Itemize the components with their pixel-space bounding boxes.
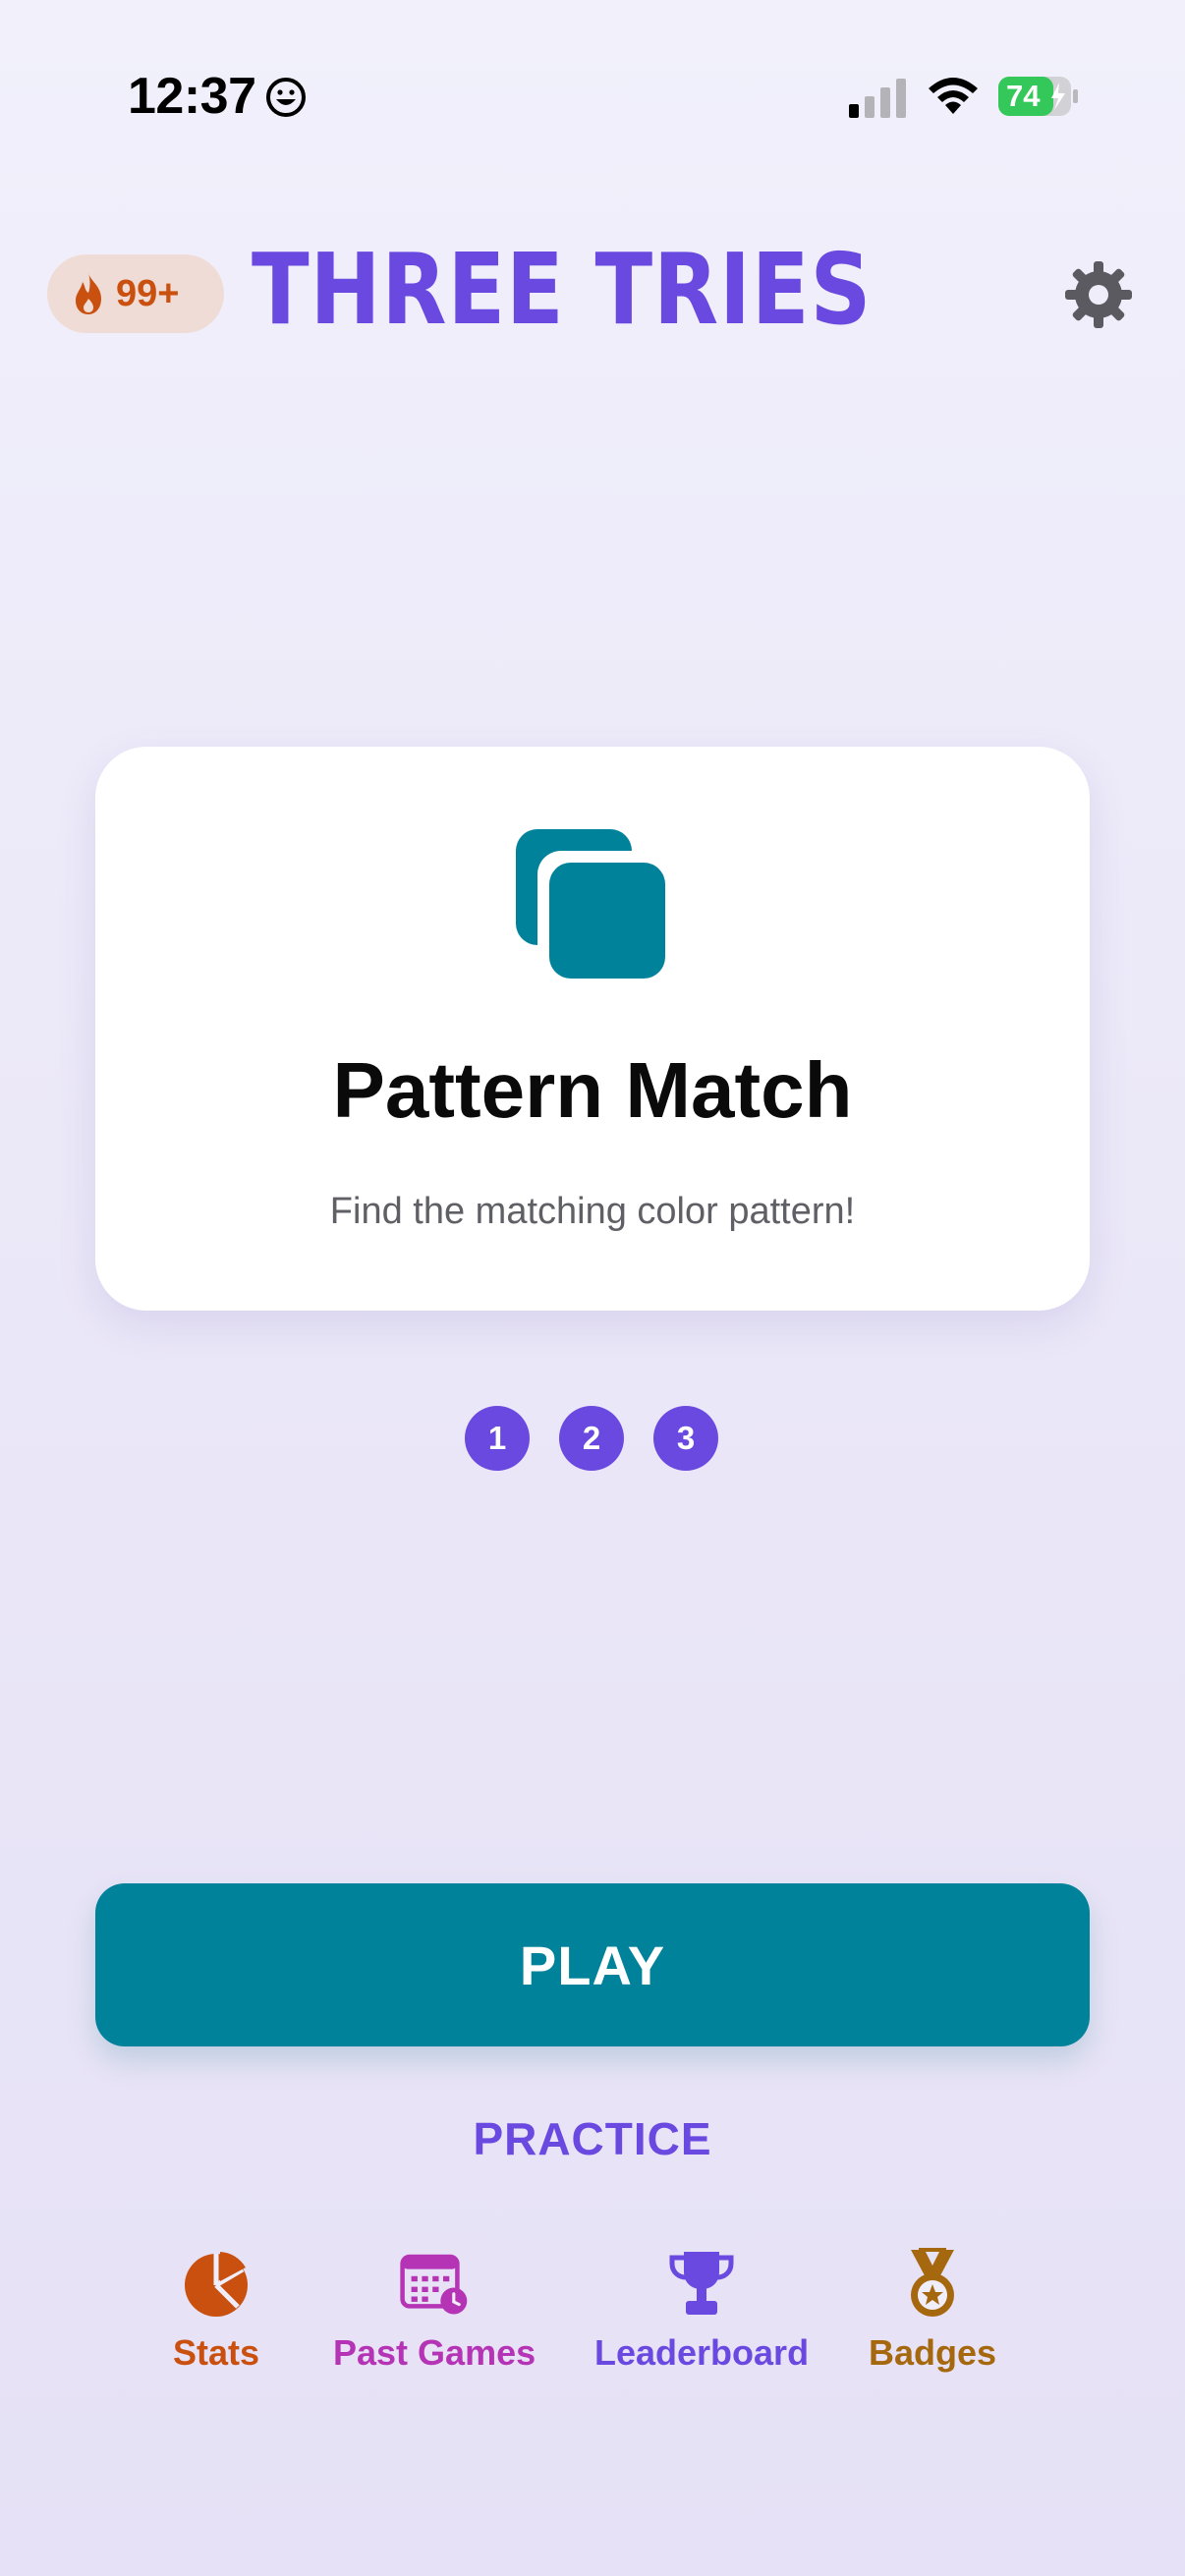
calendar-clock-icon (400, 2254, 468, 2315)
cellular-signal-icon (849, 79, 906, 118)
nav-item-badges[interactable]: Badges (869, 2248, 996, 2374)
nav-label-stats: Stats (173, 2332, 260, 2373)
stacked-squares-icon (516, 829, 665, 979)
game-subtitle: Find the matching color pattern! (329, 1191, 856, 1232)
nav-item-stats[interactable]: Stats (173, 2248, 259, 2374)
play-button[interactable]: PLAY (95, 1883, 1090, 2046)
nav-label-leaderboard: Leaderboard (594, 2332, 810, 2373)
streak-count: 99+ (116, 272, 180, 314)
try-dot-1: 1 (465, 1406, 530, 1471)
game-title: Pattern Match (332, 1046, 853, 1134)
medal-icon (911, 2248, 955, 2317)
wifi-icon (929, 78, 978, 114)
nav-label-past-games: Past Games (333, 2332, 536, 2373)
try-dot-3: 3 (653, 1406, 718, 1471)
practice-button[interactable]: PRACTICE (396, 2112, 789, 2165)
nav-item-leaderboard[interactable]: Leaderboard (594, 2248, 809, 2374)
gear-icon[interactable] (1063, 259, 1134, 330)
tries-indicator: 1 2 3 (465, 1406, 718, 1471)
flame-icon (76, 273, 101, 314)
smiley-face-icon (266, 78, 306, 117)
nav-label-badges: Badges (869, 2332, 997, 2373)
app-title: THREE TRIES (252, 232, 873, 347)
game-card[interactable]: Pattern Match Find the matching color pa… (95, 747, 1090, 1311)
nav-item-past-games[interactable]: Past Games (333, 2248, 536, 2374)
try-dot-2: 2 (559, 1406, 624, 1471)
pie-chart-icon (185, 2252, 249, 2317)
battery-level: 74 (1006, 79, 1041, 113)
trophy-icon (669, 2252, 734, 2315)
streak-badge[interactable]: 99+ (47, 254, 224, 333)
status-time: 12:37 (128, 68, 256, 125)
